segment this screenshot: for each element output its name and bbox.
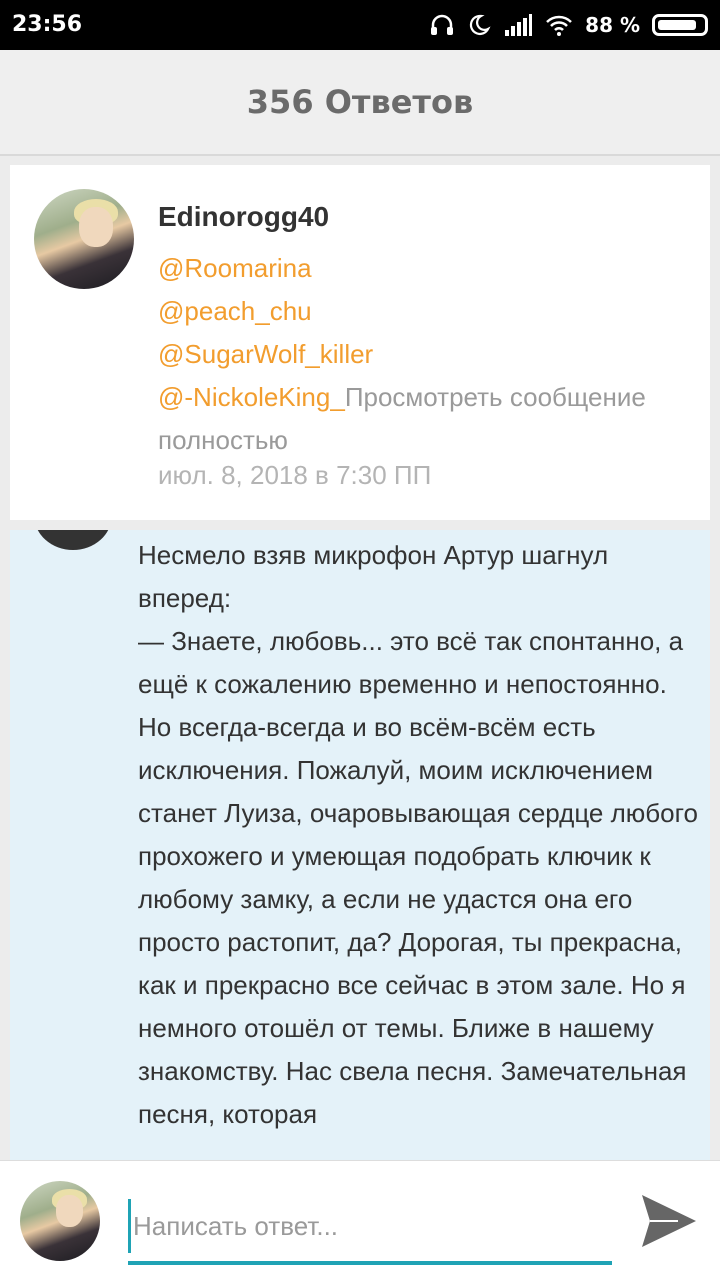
mention-link[interactable]: @Roomarina xyxy=(158,247,698,290)
reply-avatar[interactable] xyxy=(34,530,112,550)
reply-input-wrapper xyxy=(128,1199,617,1265)
mention-link[interactable]: @SugarWolf_killer xyxy=(158,333,698,376)
battery-icon xyxy=(652,14,708,36)
wifi-icon xyxy=(546,15,573,36)
page-header: 356 Ответов xyxy=(0,50,720,156)
headphones-icon xyxy=(431,14,454,35)
page-title: 356 Ответов xyxy=(246,83,474,121)
current-user-avatar xyxy=(20,1181,100,1261)
status-bar: 23:56 88 % xyxy=(0,0,720,50)
post-date: июл. 8, 2018 в 7:30 ПП xyxy=(158,460,432,490)
status-time: 23:56 xyxy=(12,12,83,37)
author-avatar[interactable] xyxy=(34,189,134,289)
mention-link[interactable]: @-NickoleKing_ xyxy=(158,382,345,412)
signal-icon xyxy=(505,14,533,36)
reply-composer xyxy=(0,1160,720,1281)
battery-percent: 88 % xyxy=(585,13,640,37)
reply-text: Несмело взяв микрофон Артур шагнул впере… xyxy=(138,540,698,1129)
avatar-face xyxy=(56,1195,84,1228)
send-icon[interactable] xyxy=(638,1191,700,1251)
post-card[interactable]: Edinorogg40 @Roomarina @peach_chu @Sugar… xyxy=(10,165,710,520)
moon-icon xyxy=(470,14,491,36)
reply-message: Несмело взяв микрофон Артур шагнул впере… xyxy=(10,530,710,1160)
reply-input[interactable] xyxy=(128,1199,617,1253)
status-icons: 88 % xyxy=(429,10,708,40)
post-body: @Roomarina @peach_chu @SugarWolf_killer … xyxy=(158,247,698,462)
mention-link[interactable]: @peach_chu xyxy=(158,290,698,333)
author-username[interactable]: Edinorogg40 xyxy=(158,201,329,233)
battery-fill xyxy=(658,20,696,30)
avatar-face xyxy=(79,207,113,247)
